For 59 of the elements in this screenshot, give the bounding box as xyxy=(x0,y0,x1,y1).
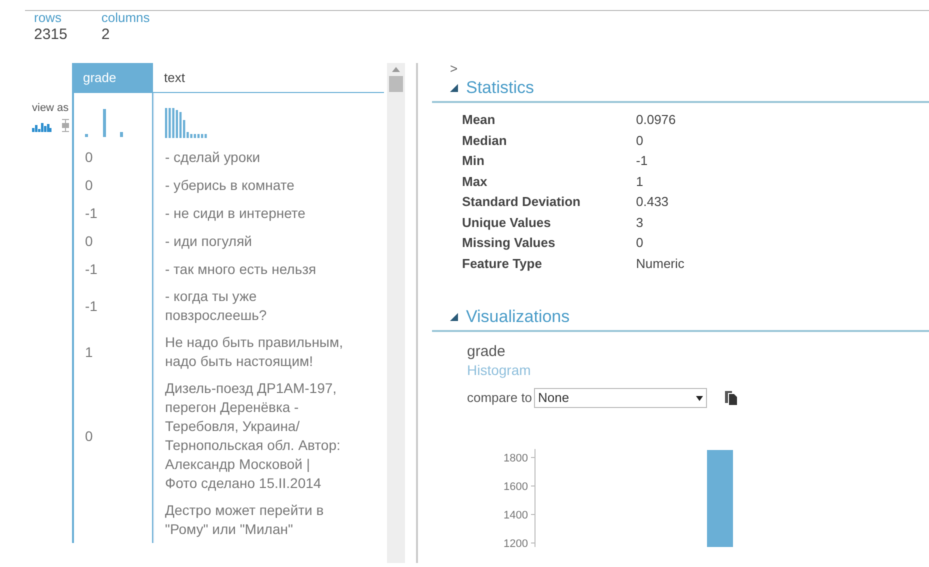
collapse-triangle-icon[interactable] xyxy=(450,84,458,92)
y-tick-label: 1800 xyxy=(504,452,528,464)
statistic-label: Missing Values xyxy=(462,234,556,252)
table-cell: -1 xyxy=(85,204,98,222)
statistic-label: Mean xyxy=(462,111,496,129)
table-cell-text: Дизель-поезд ДР1АМ-197, перегон Деренёвка - Теребовля, Украина/Тернопольская обл. Автор: Александр Московой | Фото сделано 15.II.2014 xyxy=(165,379,342,493)
table-cell: Не надо быть правильным, надо быть настоящим! xyxy=(165,333,344,371)
statistic-value: -1 xyxy=(636,152,649,170)
chart-type-label: Histogram xyxy=(467,361,531,380)
table-cell: - иди погуляй xyxy=(165,232,252,250)
histogram-icon[interactable] xyxy=(32,120,52,132)
column-name: grade xyxy=(467,342,506,361)
compare-dropdown[interactable]: None xyxy=(534,388,708,408)
y-tick-label: 1200 xyxy=(504,538,528,547)
statistic-label: Standard Deviation xyxy=(462,193,582,211)
statistic-value: 0 xyxy=(636,132,644,150)
statistic-value: 3 xyxy=(636,214,644,232)
table-cell: -1 xyxy=(85,296,98,316)
scroll-up-icon[interactable] xyxy=(392,67,400,72)
statistic-value: 0.433 xyxy=(636,193,670,211)
statistic-label: Median xyxy=(462,132,508,150)
statistic-value: 0 xyxy=(636,234,644,252)
table-cell: 1 xyxy=(85,342,93,362)
boxplot-icon[interactable] xyxy=(61,119,70,132)
copy-icon[interactable] xyxy=(725,391,738,405)
statistic-label: Feature Type xyxy=(462,254,543,273)
table-cell: 0 xyxy=(85,148,93,166)
statistic-label: Min xyxy=(462,152,486,170)
statistic-value: 0.0976 xyxy=(636,111,677,129)
column-histogram-drawing xyxy=(85,107,125,139)
collapse-triangle-icon[interactable] xyxy=(450,313,458,321)
table-cell: 0 xyxy=(85,426,93,446)
table-cell: - так много есть нельзя xyxy=(165,260,316,278)
table-cell: - уберись в комнате xyxy=(165,176,294,194)
section-title[interactable]: Visualizations xyxy=(466,304,570,330)
y-tick-label: 1600 xyxy=(504,481,528,493)
table-cell-text: - когда ты уже повзрослеешь? xyxy=(165,287,268,325)
expand-toggle[interactable]: > xyxy=(432,63,458,75)
statistic-value: Numeric xyxy=(636,254,686,272)
table-cell-text: Дестро может перейти в "Рому" или "Милан" xyxy=(165,501,325,539)
stat-value: 2315 xyxy=(34,25,68,45)
statistic-label: Unique Values xyxy=(462,214,552,232)
view-as-label: view as xyxy=(32,101,69,115)
statistic-label: Max xyxy=(462,172,488,190)
table-cell: 0 xyxy=(85,232,93,250)
compare-label: compare to xyxy=(467,389,532,408)
section-title[interactable]: Statistics xyxy=(466,75,534,101)
y-tick-label: 1400 xyxy=(504,510,528,522)
statistic-value: 1 xyxy=(636,172,644,190)
table-cell: - не сиди в интернете xyxy=(165,204,306,222)
column-histogram-drawing xyxy=(165,107,209,139)
table-cell: -1 xyxy=(85,260,98,278)
table-cell: 0 xyxy=(85,176,93,194)
scrollbar-thumb[interactable] xyxy=(389,76,403,92)
stat-value: 2 xyxy=(101,25,111,45)
stat-label: columns xyxy=(101,11,150,25)
caret-icon xyxy=(696,396,704,400)
stat-label: rows xyxy=(34,11,62,25)
table-cell: - сделай уроки xyxy=(165,148,260,166)
